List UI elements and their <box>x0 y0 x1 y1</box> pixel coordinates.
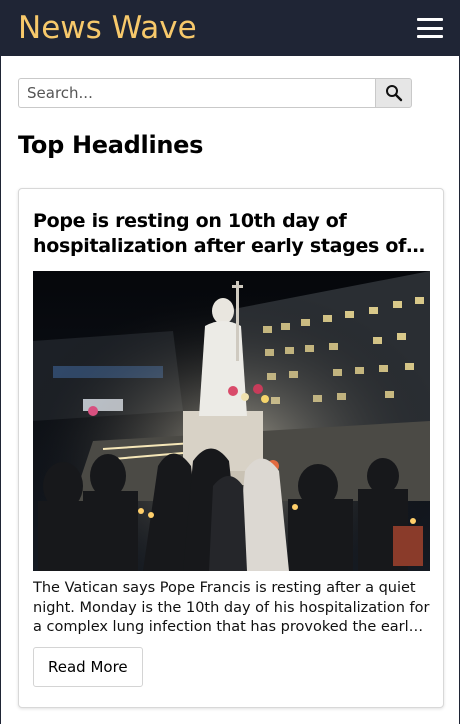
section-title: Top Headlines <box>18 131 204 159</box>
top-navbar: News Wave <box>1 0 459 56</box>
hamburger-menu-icon[interactable] <box>417 18 443 38</box>
hamburger-bar <box>417 18 443 21</box>
article-description: The Vatican says Pope Francis is resting… <box>33 580 430 635</box>
hamburger-bar <box>417 26 443 30</box>
news-card: Pope is resting on 10th day of hospitali… <box>18 188 444 708</box>
article-title[interactable]: Pope is resting on 10th day of hospitali… <box>33 209 431 259</box>
search-bar <box>18 78 412 108</box>
article-image[interactable] <box>33 271 430 571</box>
search-icon <box>385 85 402 102</box>
hamburger-bar <box>417 35 443 38</box>
read-more-button[interactable]: Read More <box>33 647 143 687</box>
search-button[interactable] <box>375 78 412 108</box>
page-frame: News Wave Top Headlines Pope is resting … <box>0 0 460 724</box>
photo-vigil-statue <box>33 271 430 571</box>
search-input[interactable] <box>18 78 375 108</box>
brand-logo[interactable]: News Wave <box>18 12 197 44</box>
